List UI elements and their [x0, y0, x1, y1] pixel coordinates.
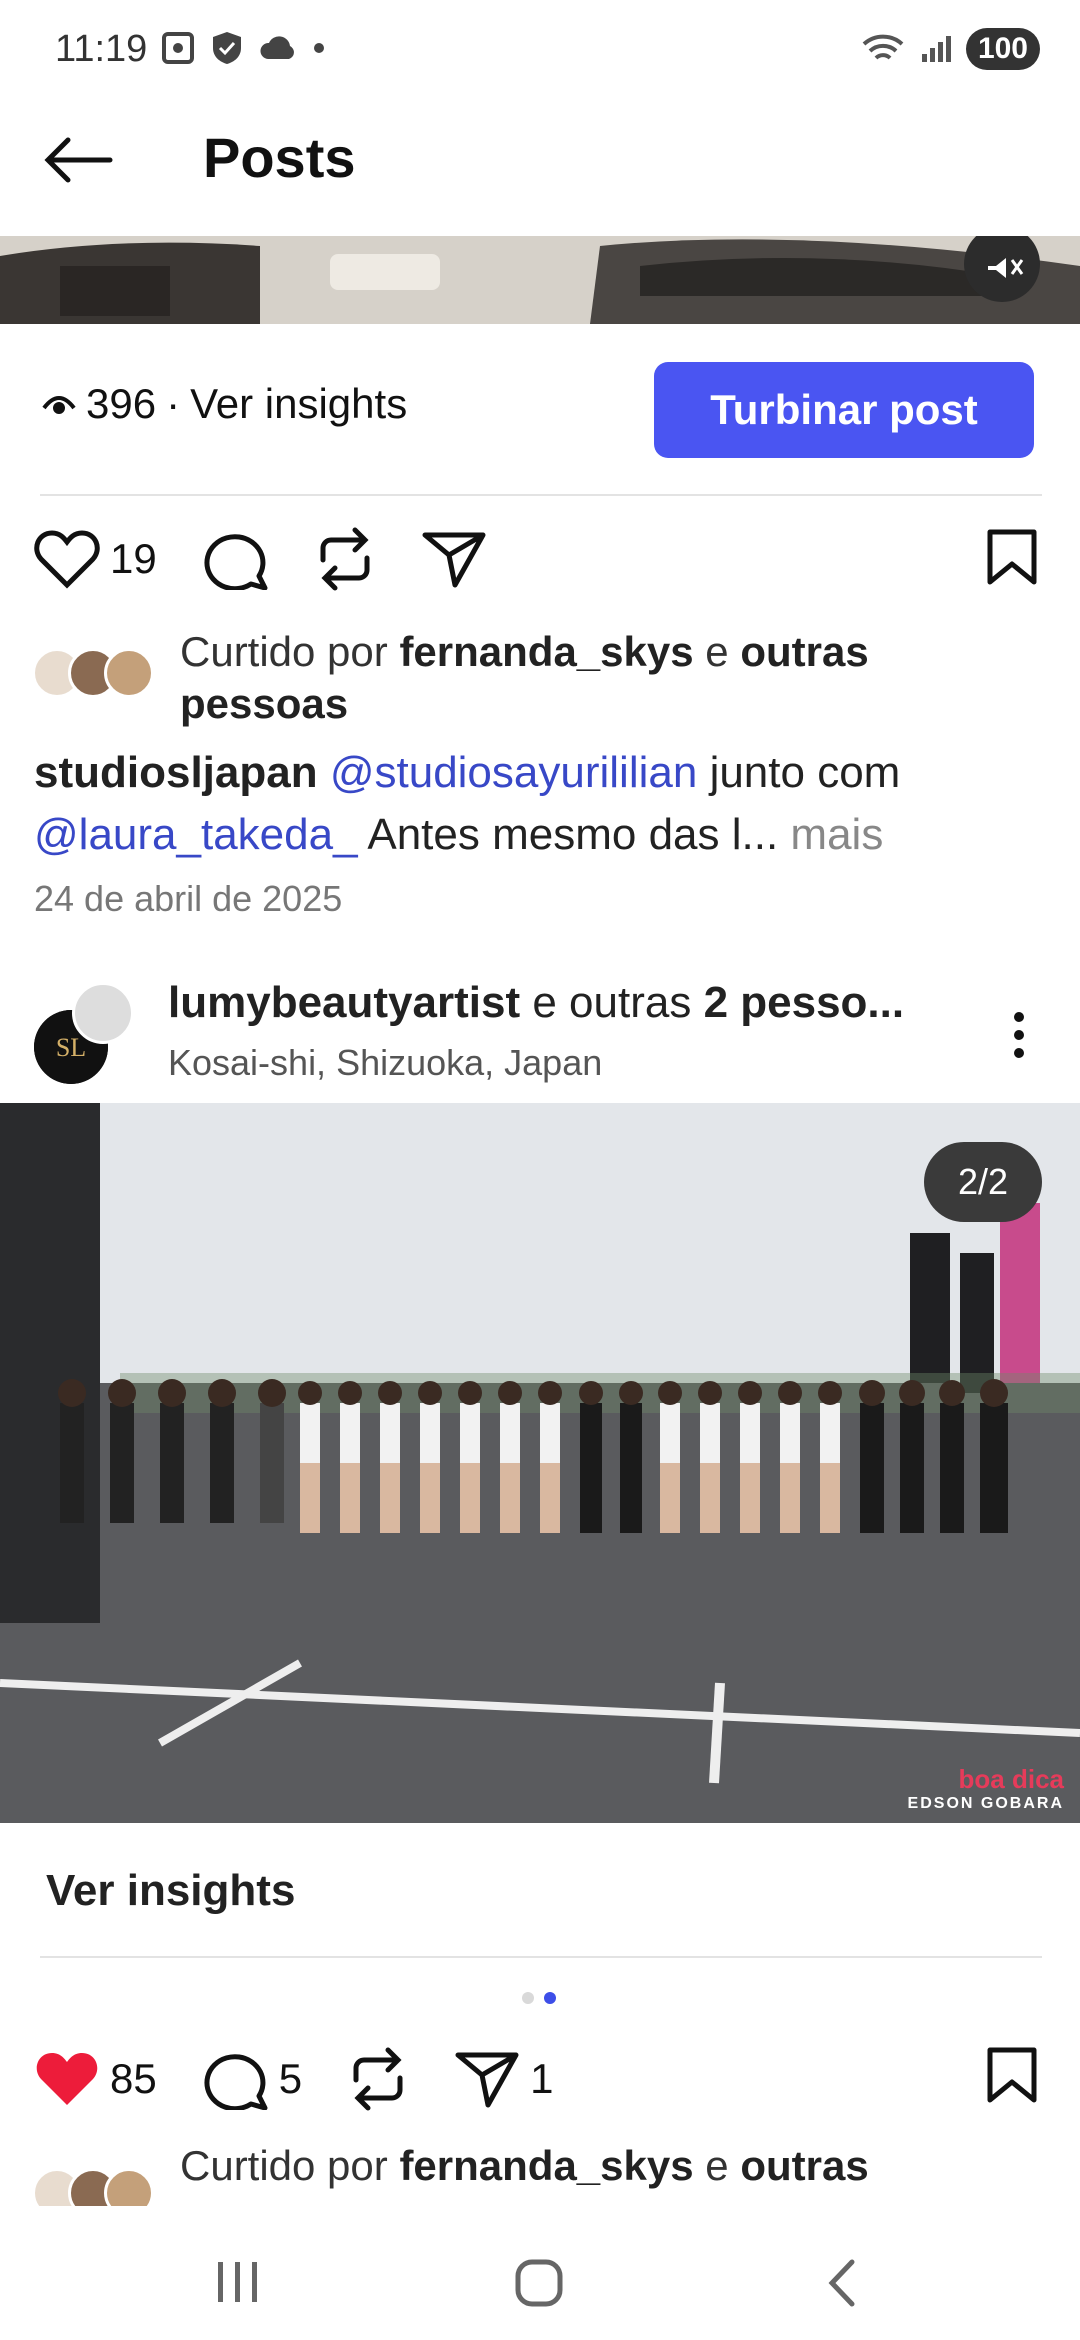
caption-mention[interactable]: @laura_takeda_ — [34, 810, 358, 859]
views-count: 396 — [86, 380, 157, 427]
share-button[interactable] — [421, 529, 487, 589]
views-separator: · — [166, 380, 181, 427]
shield-icon — [213, 32, 241, 64]
post-media-cropped[interactable] — [0, 236, 1080, 324]
like-count: 19 — [110, 535, 157, 582]
post-location[interactable]: Kosai-shi, Shizuoka, Japan — [168, 1042, 602, 1084]
dot-icon — [314, 43, 324, 53]
send-icon — [455, 2052, 519, 2108]
bookmark-icon[interactable] — [986, 2046, 1038, 2104]
liked-prefix: Curtido por — [180, 2142, 388, 2189]
post-photo[interactable] — [0, 1103, 1080, 1823]
post-date: 24 de abril de 2025 — [34, 878, 343, 919]
post-author[interactable]: lumybeautyartist — [168, 978, 520, 1027]
liked-and: e — [705, 628, 729, 675]
page-title: Posts — [203, 126, 356, 189]
coauthor-avatar[interactable] — [72, 982, 134, 1044]
cloud-icon — [260, 36, 294, 59]
share-button[interactable]: 1 — [454, 2049, 553, 2109]
app-header — [0, 100, 1080, 235]
screenshot-icon — [162, 32, 194, 64]
wifi-icon — [862, 34, 904, 60]
group-photo-image — [0, 1103, 1080, 1823]
boost-post-button[interactable]: Turbinar post — [654, 362, 1034, 458]
views-row[interactable]: 396 · Ver insights — [42, 380, 407, 428]
view-insights-link[interactable]: Ver insights — [190, 380, 407, 428]
mute-button[interactable] — [964, 236, 1040, 302]
view-insights-link[interactable]: Ver insights — [46, 1866, 295, 1916]
back-arrow-icon[interactable] — [40, 130, 120, 190]
caption-more-link[interactable]: mais — [790, 810, 883, 859]
caption-username[interactable]: studiosljapan — [34, 748, 318, 797]
comment-button[interactable]: 5 — [203, 2048, 302, 2110]
heart-filled-icon — [36, 2053, 98, 2105]
system-back-icon[interactable] — [822, 2258, 862, 2308]
repost-icon — [353, 2047, 403, 2111]
author-and: e outras — [532, 978, 692, 1027]
repost-icon — [320, 527, 370, 591]
status-time: 11:19 — [55, 28, 148, 70]
system-nav-bar — [0, 2210, 1080, 2340]
svg-text:SL: SL — [56, 1033, 86, 1062]
post-caption[interactable]: studiosljapan @studiosayurililian junto … — [34, 742, 1054, 866]
watermark-credit: EDSON GOBARA — [907, 1795, 1064, 1812]
bookmark-icon[interactable] — [986, 528, 1038, 586]
post-author-line[interactable]: lumybeautyartist e outras 2 pesso... — [168, 978, 948, 1028]
repost-button[interactable] — [348, 2046, 408, 2112]
divider — [40, 494, 1042, 496]
status-bar: 11:19 100 — [0, 0, 1080, 100]
carousel-counter: 2/2 — [924, 1142, 1042, 1222]
liked-user[interactable]: fernanda_skys — [399, 628, 693, 675]
post1-actions: 19 — [34, 526, 533, 592]
caption-mention[interactable]: @studiosayurililian — [330, 748, 698, 797]
more-options-icon[interactable] — [1004, 1005, 1034, 1065]
status-icons — [160, 30, 326, 66]
like-button[interactable]: 19 — [34, 529, 157, 589]
recent-apps-icon[interactable] — [214, 2260, 262, 2304]
liked-by-text[interactable]: Curtido por fernanda_skys e outras — [180, 2140, 869, 2192]
liked-by-avatars[interactable] — [32, 2168, 154, 2206]
battery-indicator: 100 — [965, 28, 1040, 70]
divider — [40, 1956, 1042, 1958]
home-icon[interactable] — [514, 2258, 564, 2308]
liked-by-text[interactable]: Curtido por fernanda_skys e outras pesso… — [180, 626, 980, 730]
comment-count: 5 — [278, 2055, 303, 2102]
caption-text: Antes mesmo das l... — [367, 810, 779, 859]
avatar — [104, 648, 154, 698]
carousel-dots — [522, 1992, 556, 2004]
like-count: 85 — [110, 2055, 157, 2102]
signal-icon — [921, 36, 951, 62]
eye-icon — [42, 396, 76, 414]
carousel-dot-active — [544, 1992, 556, 2004]
post2-liked-row[interactable]: Curtido por fernanda_skys e outras — [0, 2140, 1080, 2206]
send-icon — [422, 532, 486, 588]
speaker-muted-icon — [988, 258, 1024, 278]
avatar — [104, 2168, 154, 2206]
liked-user[interactable]: fernanda_skys — [399, 2142, 693, 2189]
photo-watermark: boa dica EDSON GOBARA — [908, 1764, 1064, 1813]
author-others[interactable]: 2 pesso... — [704, 978, 905, 1027]
like-button[interactable]: 85 — [34, 2049, 157, 2109]
status-right: 100 — [860, 28, 1040, 70]
comment-button[interactable] — [203, 528, 269, 590]
liked-others[interactable]: outras — [740, 2142, 868, 2189]
liked-and: e — [705, 2142, 729, 2189]
share-count: 1 — [530, 2055, 554, 2102]
comment-icon — [204, 2054, 268, 2110]
carousel-dot — [522, 1992, 534, 2004]
post2-actions: 85 5 1 — [34, 2046, 599, 2112]
heart-icon — [34, 530, 100, 589]
caption-text: junto com — [709, 748, 901, 797]
liked-by-avatars[interactable] — [32, 648, 154, 698]
liked-prefix: Curtido por — [180, 628, 388, 675]
media-image — [0, 236, 1080, 324]
comment-icon — [204, 534, 268, 590]
watermark-brand: boa dica — [958, 1764, 1064, 1794]
repost-button[interactable] — [315, 526, 375, 592]
